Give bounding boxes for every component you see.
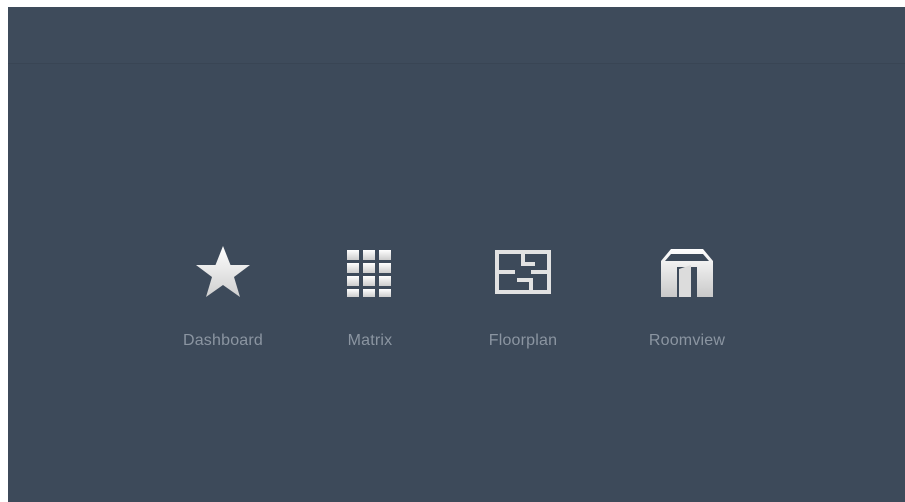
- nav-item-matrix[interactable]: Matrix: [305, 241, 435, 361]
- nav-item-label: Matrix: [347, 332, 393, 349]
- star-icon: [191, 241, 255, 305]
- nav-item-label: Dashboard: [182, 332, 264, 349]
- nav-item-floorplan[interactable]: Floorplan: [458, 241, 588, 361]
- roomview-icon: [655, 241, 719, 305]
- nav-item-dashboard[interactable]: Dashboard: [158, 241, 288, 361]
- nav-item-label: Roomview: [648, 332, 726, 349]
- grid-icon: [338, 241, 402, 305]
- floorplan-icon: [491, 241, 555, 305]
- app-screen: Dashboard Matrix Floorplan Roomview: [8, 7, 905, 502]
- nav-item-label: Floorplan: [488, 332, 558, 349]
- top-bar: [8, 7, 905, 64]
- nav-item-roomview[interactable]: Roomview: [622, 241, 752, 361]
